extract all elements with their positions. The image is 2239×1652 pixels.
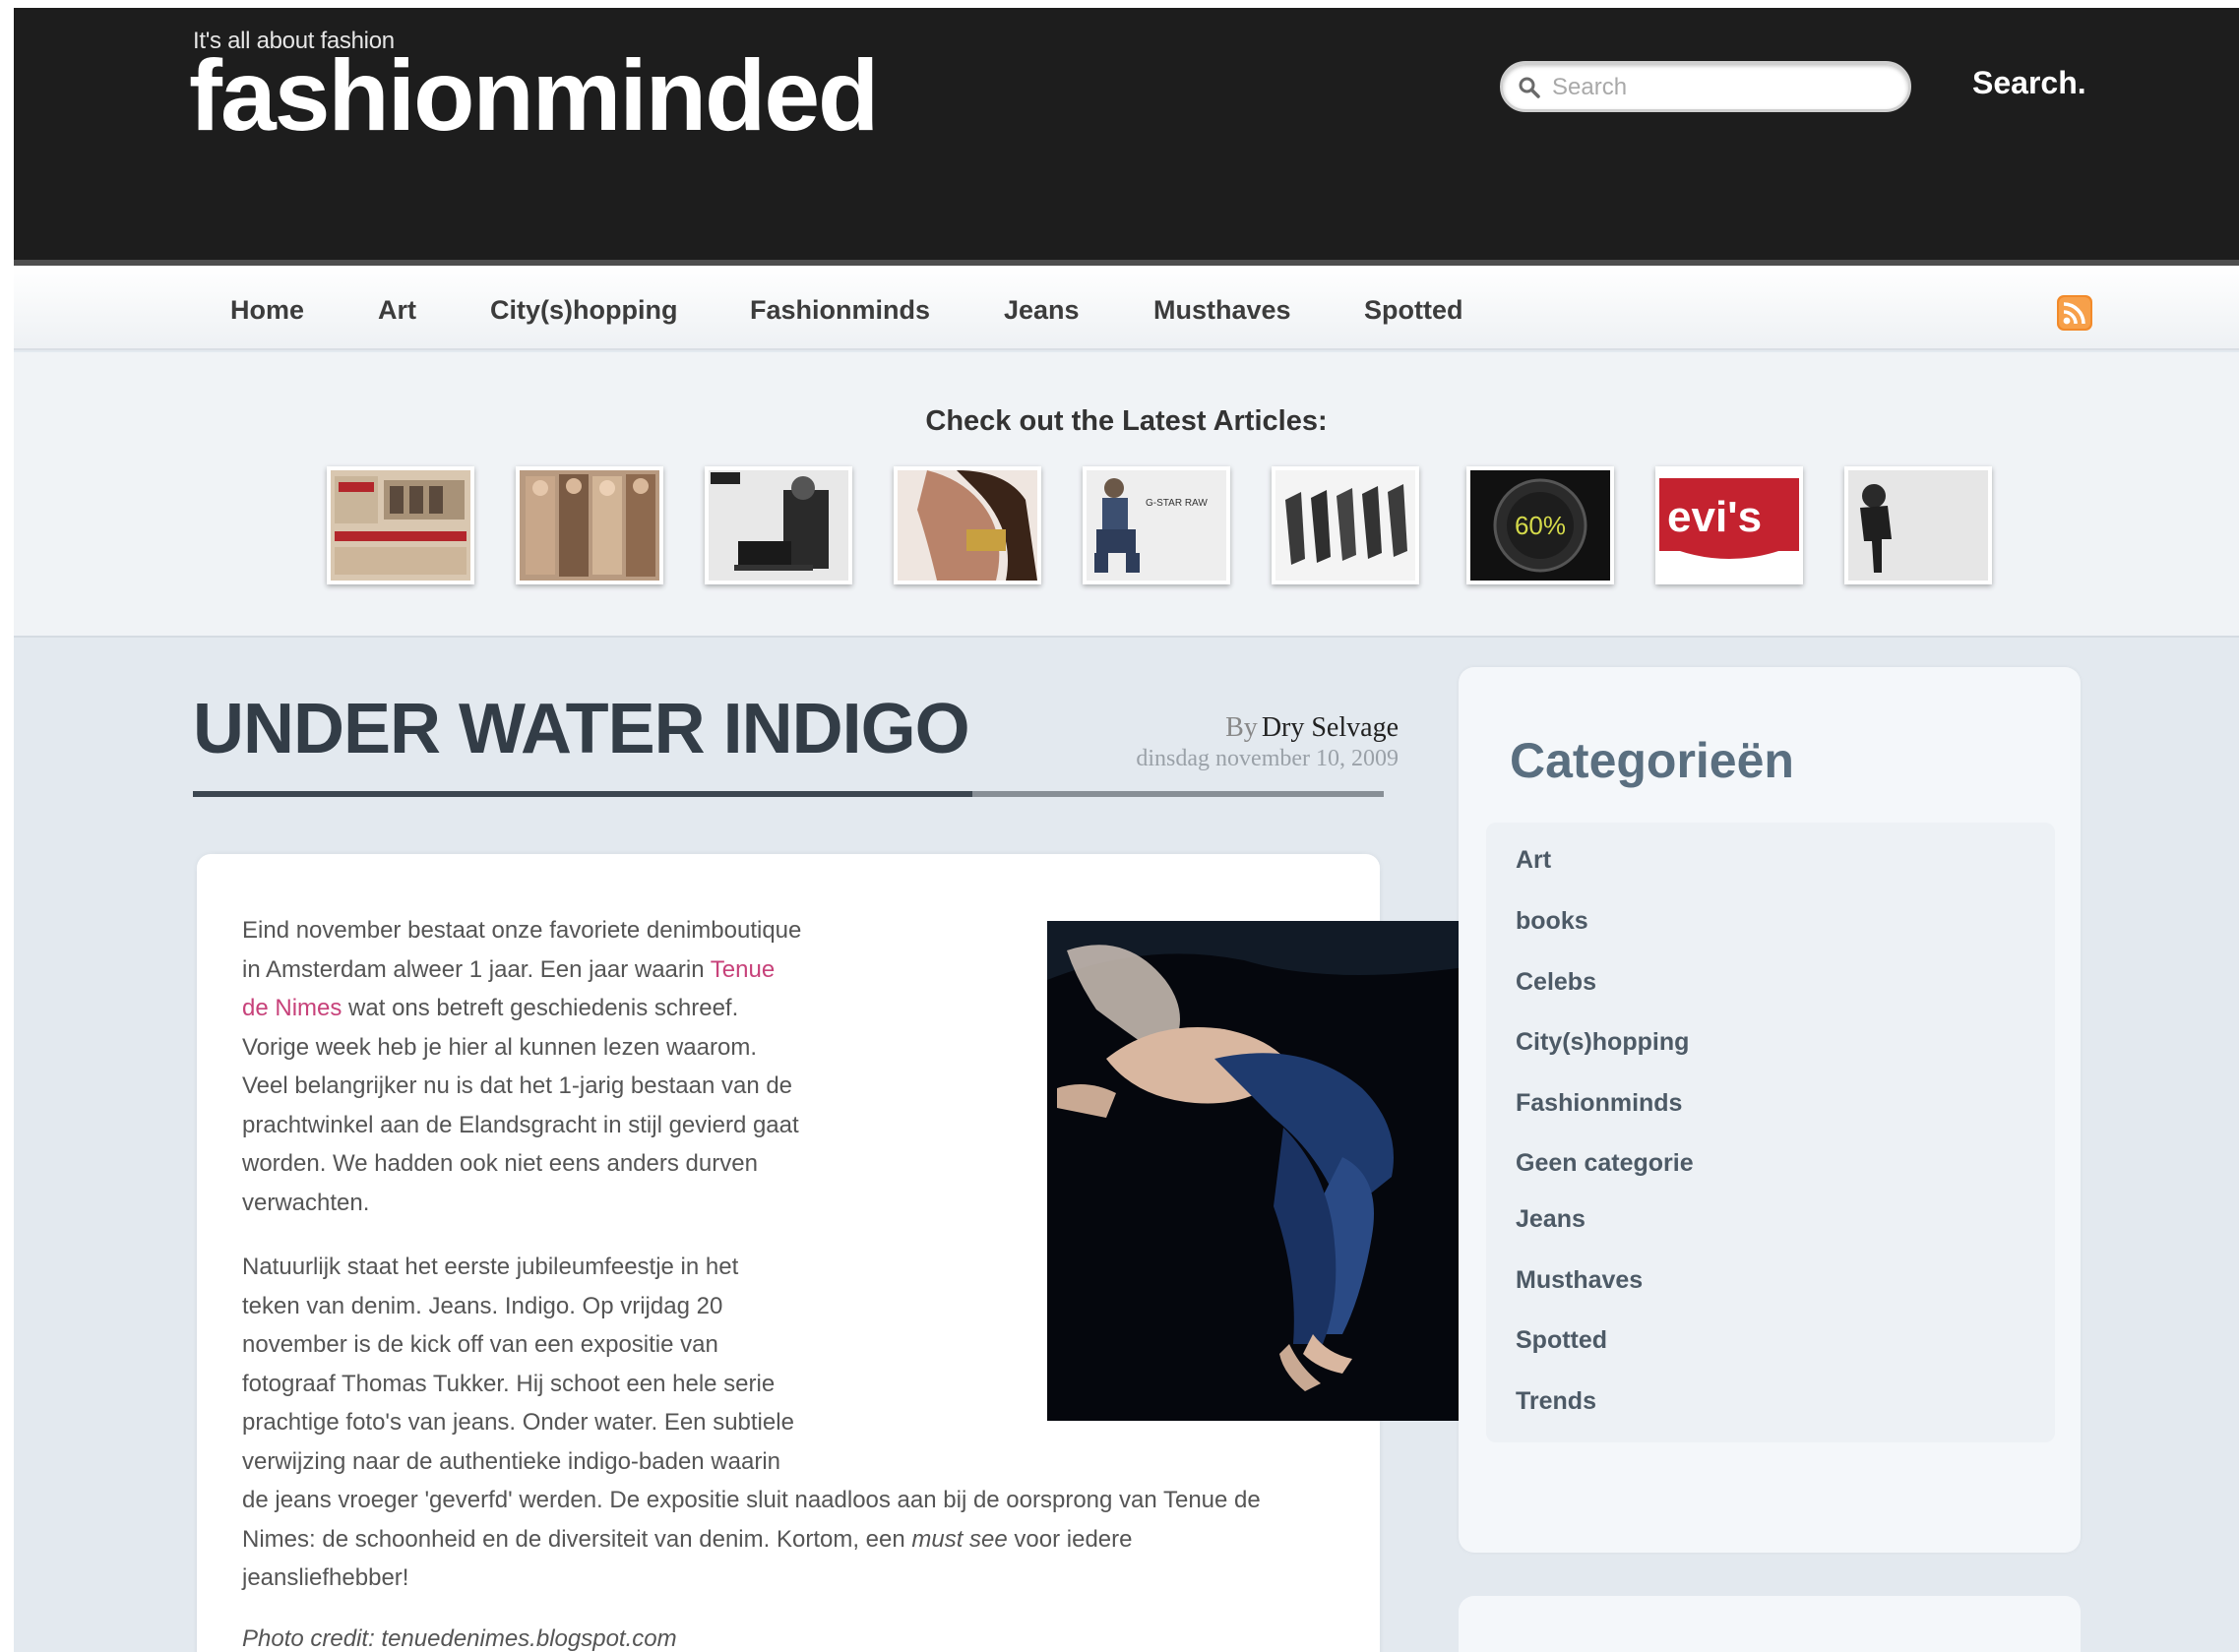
- latest-articles: Check out the Latest Articles: G-STAR RA…: [14, 352, 2239, 638]
- nav-item-spotted[interactable]: Spotted: [1364, 295, 1463, 326]
- svg-text:evi's: evi's: [1667, 493, 1762, 541]
- svg-text:G-STAR RAW: G-STAR RAW: [1146, 498, 1208, 509]
- page: It's all about fashion fashionminded Sea…: [14, 8, 2239, 1652]
- article-thumbnail[interactable]: [1272, 466, 1419, 584]
- byline-prefix: By: [1225, 712, 1258, 743]
- search-input[interactable]: [1552, 71, 1897, 104]
- article-thumbnail[interactable]: 60%: [1466, 466, 1614, 584]
- sidebar-widget: [1459, 1596, 2081, 1652]
- rss-icon[interactable]: [2057, 295, 2092, 331]
- photo-credit: Photo credit: tenuedenimes.blogspot.com: [242, 1625, 677, 1652]
- article-thumbnail[interactable]: [516, 466, 663, 584]
- article-thumbnail[interactable]: G-STAR RAW: [1083, 466, 1230, 584]
- sidebar-title: Categorieën: [1510, 733, 1794, 788]
- category-item[interactable]: Geen categorie: [1516, 1149, 1694, 1178]
- article-body: Eind november bestaat onze favoriete den…: [197, 854, 1510, 1652]
- sidebar-categories: Categorieën Art books Celebs City(s)hopp…: [1459, 667, 2081, 1553]
- title-divider: [193, 791, 1384, 797]
- category-item[interactable]: Trends: [1516, 1387, 1596, 1416]
- nav-item-home[interactable]: Home: [230, 295, 304, 326]
- category-item[interactable]: Celebs: [1516, 968, 1596, 997]
- search-button[interactable]: Search.: [1972, 65, 2086, 101]
- tenue-de-nimes-link[interactable]: Tenue: [711, 956, 775, 983]
- post-meta: By Dry Selvage dinsdag november 10, 2009: [1136, 712, 1399, 772]
- category-item[interactable]: Fashionminds: [1516, 1089, 1682, 1118]
- post-date: dinsdag november 10, 2009: [1136, 746, 1399, 771]
- svg-text:60%: 60%: [1515, 511, 1566, 540]
- post-author-link[interactable]: Dry Selvage: [1262, 712, 1399, 743]
- nav-item-cityshopping[interactable]: City(s)hopping: [490, 295, 677, 326]
- tenue-de-nimes-link[interactable]: de Nimes: [242, 995, 342, 1021]
- category-item[interactable]: books: [1516, 907, 1588, 936]
- latest-articles-heading: Check out the Latest Articles:: [925, 405, 1328, 437]
- main-nav: Home Art City(s)hopping Fashionminds Jea…: [14, 266, 2239, 350]
- article-thumbnail[interactable]: [327, 466, 474, 584]
- nav-item-fashionminds[interactable]: Fashionminds: [750, 295, 930, 326]
- article-thumbnail[interactable]: [1844, 466, 1992, 584]
- article-paragraph: Natuurlijk staat het eerste jubileumfees…: [242, 1254, 1261, 1591]
- nav-item-jeans[interactable]: Jeans: [1004, 295, 1080, 326]
- category-item[interactable]: Art: [1516, 846, 1551, 875]
- article-paragraph: Eind november bestaat onze favoriete den…: [242, 917, 802, 1216]
- category-list: Art books Celebs City(s)hopping Fashionm…: [1486, 823, 2055, 1442]
- category-item[interactable]: Jeans: [1516, 1205, 1586, 1234]
- site-header: It's all about fashion fashionminded Sea…: [14, 8, 2239, 266]
- nav-item-musthaves[interactable]: Musthaves: [1153, 295, 1291, 326]
- article-thumbnail[interactable]: evi's: [1655, 466, 1803, 584]
- article-thumbnail[interactable]: [705, 466, 852, 584]
- search-box[interactable]: [1500, 61, 1911, 112]
- search-icon: [1517, 75, 1542, 100]
- category-item[interactable]: Spotted: [1516, 1326, 1607, 1355]
- site-logo[interactable]: fashionminded: [189, 41, 879, 150]
- post-title: UNDER WATER INDIGO: [193, 690, 970, 768]
- category-item[interactable]: Musthaves: [1516, 1266, 1643, 1295]
- category-item[interactable]: City(s)hopping: [1516, 1028, 1689, 1057]
- article-thumbnail[interactable]: [894, 466, 1041, 584]
- nav-item-art[interactable]: Art: [378, 295, 416, 326]
